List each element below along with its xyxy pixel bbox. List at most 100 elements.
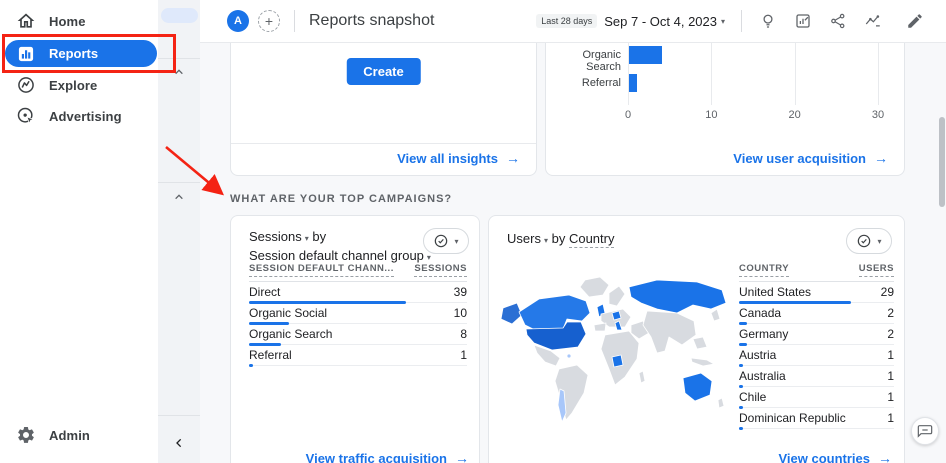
chart-options-button[interactable]: ▾ [846,228,892,254]
sidebar-item-advertising[interactable]: Advertising [0,99,158,133]
search-bar-fragment[interactable] [161,8,198,23]
row-label: Austria [739,348,776,362]
date-range-selector[interactable]: Sep 7 - Oct 4, 2023 [604,14,717,29]
feedback-icon [917,423,933,439]
column-header: USERS [859,263,894,277]
feedback-button[interactable] [911,417,939,445]
sidebar-item-home[interactable]: Home [0,4,158,38]
campaigns-card: Sessions▾ by Session default channel gro… [230,215,480,463]
scrollbar-thumb[interactable] [939,117,945,207]
row-value: 1 [887,348,894,362]
divider [158,415,200,416]
check-circle-icon [856,233,872,249]
countries-card: Users▾ by Country ▾ [488,215,905,463]
edit-pencil-icon[interactable] [906,12,924,30]
table-row: Australia 1 [739,366,894,387]
view-user-acquisition-link[interactable]: View user acquisition→ [733,150,888,166]
chevron-up-icon[interactable] [171,189,187,205]
view-countries-link[interactable]: View countries→ [778,450,892,463]
gear-icon [16,425,36,445]
collapse-left-icon[interactable] [171,435,187,451]
add-property-button[interactable]: + [258,10,280,32]
table-row: Direct39 [249,282,467,303]
column-header: SESSION DEFAULT CHANN... [249,263,394,277]
arrow-icon: → [874,150,888,166]
chevron-down-icon: ▾ [877,237,881,246]
countries-table: COUNTRYUSERSUnited States29Canada2German… [739,263,894,429]
row-label: Dominican Republic [739,411,846,425]
axis-tick-label: 10 [705,109,717,121]
table-row: Organic Social10 [249,303,467,324]
campaigns-table: SESSION DEFAULT CHANN... SESSIONS Direct39… [249,263,467,366]
arrow-icon: → [455,450,469,463]
sidebar-item-label: Home [49,14,86,29]
check-circle-icon [433,233,449,249]
metric-selector[interactable]: Sessions▾ by [249,228,431,247]
row-label: Organic Search [249,327,332,341]
view-traffic-acquisition-link[interactable]: View traffic acquisition→ [306,450,469,463]
home-icon [16,11,36,31]
chevron-down-icon: ▾ [427,253,431,262]
arrow-icon: → [878,450,892,463]
row-label: Chile [739,390,766,404]
row-label: Australia [739,369,786,383]
world-map [497,272,733,432]
chart-bar [629,46,662,64]
chart-options-button[interactable]: ▾ [423,228,469,254]
sidebar-item-admin[interactable]: Admin [0,418,158,452]
row-value: 1 [887,390,894,404]
table-row: Chile 1 [739,387,894,408]
divider [294,10,295,32]
chart-gridline [878,43,879,105]
date-badge: Last 28 days [536,14,597,28]
user-acquisition-card: 0102030Organic SearchReferral View user … [545,43,905,176]
share-icon[interactable] [829,12,847,30]
divider [741,10,742,32]
analytics-app: Create View all insights→ 0102030Organic… [0,0,946,463]
dimension-selector[interactable]: Country [569,231,615,248]
divider [158,182,200,183]
chart-gridline [711,43,712,105]
table-row: Canada2 [739,303,894,324]
row-value: 1 [460,348,467,362]
row-bar [739,427,743,430]
row-value: 10 [454,306,467,320]
table-header-row: COUNTRYUSERS [739,263,894,282]
main-sidebar: Home Reports Explore Adv [0,0,158,463]
table-header-row: SESSION DEFAULT CHANN... SESSIONS [249,263,467,282]
avatar[interactable]: A [227,10,249,32]
column-header: SESSIONS [414,263,467,277]
row-label: Germany [739,327,788,341]
sidebar-item-label: Admin [49,428,90,443]
table-row: Dominican Republic 1 [739,408,894,429]
view-all-insights-link[interactable]: View all insights→ [397,150,520,166]
axis-tick-label: 30 [872,109,884,121]
table-row: Austria 1 [739,345,894,366]
main-content: Create View all insights→ 0102030Organic… [200,43,946,463]
explore-icon [16,75,36,95]
row-value: 1 [887,369,894,383]
row-value: 1 [887,411,894,425]
create-button[interactable]: Create [346,58,420,85]
top-bar: A + Reports snapshot Last 28 days Sep 7 … [200,0,946,43]
customize-report-icon[interactable] [794,12,812,30]
advertising-icon [16,106,36,126]
bar-category-label: Organic Search [546,49,621,73]
table-row: Referral 1 [249,345,467,366]
chevron-down-icon: ▾ [454,237,458,246]
analysis-icon[interactable] [864,12,882,30]
chart-bar [629,74,637,92]
row-bar [249,364,253,367]
sidebar-item-label: Explore [49,78,97,93]
insights-bulb-icon[interactable] [759,12,777,30]
row-label: Canada [739,306,781,320]
chevron-down-icon: ▾ [305,234,309,243]
axis-tick-label: 20 [789,109,801,121]
chevron-down-icon: ▾ [721,17,725,26]
table-row: Organic Search8 [249,324,467,345]
row-label: Referral [249,348,292,362]
metric-selector[interactable]: Users▾ [507,231,552,246]
sidebar-item-explore[interactable]: Explore [0,68,158,102]
row-value: 29 [881,285,894,299]
bar-category-label: Referral [546,77,621,89]
